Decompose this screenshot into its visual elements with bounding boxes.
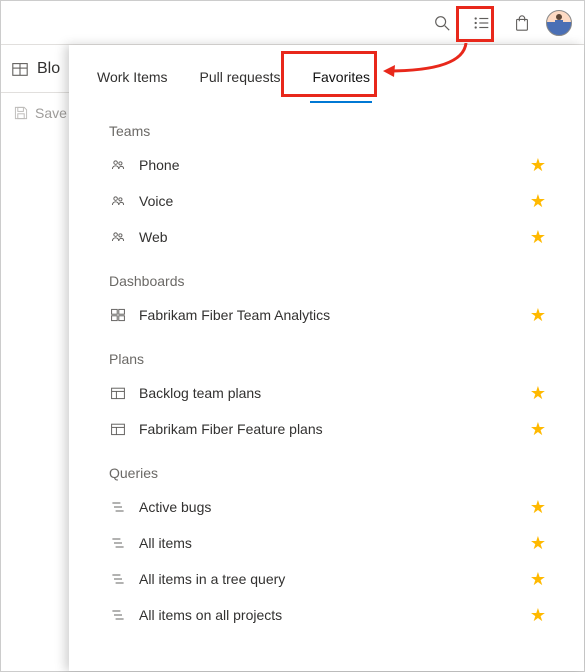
team-icon bbox=[110, 229, 126, 245]
list-item[interactable]: Backlog team plans ★ bbox=[93, 375, 560, 411]
section-title: Teams bbox=[93, 105, 560, 147]
list-item-label: Web bbox=[139, 229, 518, 245]
list-item-label: Voice bbox=[139, 193, 518, 209]
list-item-label: Phone bbox=[139, 157, 518, 173]
team-icon bbox=[110, 193, 126, 209]
list-item-label: Fabrikam Fiber Team Analytics bbox=[139, 307, 518, 323]
star-icon[interactable]: ★ bbox=[530, 606, 546, 624]
query-icon bbox=[110, 571, 126, 587]
dashboard-icon bbox=[110, 307, 126, 323]
save-button[interactable]: Save bbox=[35, 105, 67, 121]
query-icon bbox=[110, 499, 126, 515]
list-item[interactable]: All items ★ bbox=[93, 525, 560, 561]
star-icon[interactable]: ★ bbox=[530, 534, 546, 552]
list-item-label: Fabrikam Fiber Feature plans bbox=[139, 421, 518, 437]
save-icon bbox=[13, 105, 29, 121]
shopping-bag-icon bbox=[513, 14, 531, 32]
star-icon[interactable]: ★ bbox=[530, 384, 546, 402]
tab-pull-requests[interactable]: Pull requests bbox=[198, 63, 283, 91]
list-item[interactable]: Phone ★ bbox=[93, 147, 560, 183]
plan-icon bbox=[110, 421, 126, 437]
list-item-label: All items bbox=[139, 535, 518, 551]
list-item[interactable]: Active bugs ★ bbox=[93, 489, 560, 525]
query-icon bbox=[110, 535, 126, 551]
list-item-label: All items on all projects bbox=[139, 607, 518, 623]
marketplace-button[interactable] bbox=[506, 7, 538, 39]
star-icon[interactable]: ★ bbox=[530, 228, 546, 246]
top-bar bbox=[1, 1, 584, 45]
star-icon[interactable]: ★ bbox=[530, 306, 546, 324]
star-icon[interactable]: ★ bbox=[530, 192, 546, 210]
section-title: Plans bbox=[93, 333, 560, 375]
list-item[interactable]: All items in a tree query ★ bbox=[93, 561, 560, 597]
list-item[interactable]: Fabrikam Fiber Team Analytics ★ bbox=[93, 297, 560, 333]
list-item[interactable]: Voice ★ bbox=[93, 183, 560, 219]
panel-tabs: Work Items Pull requests Favorites bbox=[69, 45, 584, 95]
star-icon[interactable]: ★ bbox=[530, 498, 546, 516]
star-icon[interactable]: ★ bbox=[530, 420, 546, 438]
list-item-label: All items in a tree query bbox=[139, 571, 518, 587]
list-icon bbox=[473, 14, 491, 32]
search-button[interactable] bbox=[426, 7, 458, 39]
section-title: Queries bbox=[93, 447, 560, 489]
page-title: Blo bbox=[37, 60, 60, 78]
list-item-label: Backlog team plans bbox=[139, 385, 518, 401]
list-item[interactable]: All items on all projects ★ bbox=[93, 597, 560, 633]
avatar[interactable] bbox=[546, 10, 572, 36]
favorites-panel: Work Items Pull requests Favorites Teams… bbox=[69, 45, 584, 671]
query-icon bbox=[110, 607, 126, 623]
list-item[interactable]: Web ★ bbox=[93, 219, 560, 255]
team-icon bbox=[110, 157, 126, 173]
list-item[interactable]: Fabrikam Fiber Feature plans ★ bbox=[93, 411, 560, 447]
list-item-label: Active bugs bbox=[139, 499, 518, 515]
star-icon[interactable]: ★ bbox=[530, 570, 546, 588]
table-icon bbox=[11, 60, 29, 78]
tab-work-items[interactable]: Work Items bbox=[95, 63, 170, 91]
list-button[interactable] bbox=[466, 7, 498, 39]
star-icon[interactable]: ★ bbox=[530, 156, 546, 174]
plan-icon bbox=[110, 385, 126, 401]
panel-body: TeamsPhone★Voice★Web★DashboardsFabrikam … bbox=[69, 95, 584, 633]
search-icon bbox=[433, 14, 451, 32]
tab-favorites[interactable]: Favorites bbox=[310, 63, 372, 91]
section-title: Dashboards bbox=[93, 255, 560, 297]
